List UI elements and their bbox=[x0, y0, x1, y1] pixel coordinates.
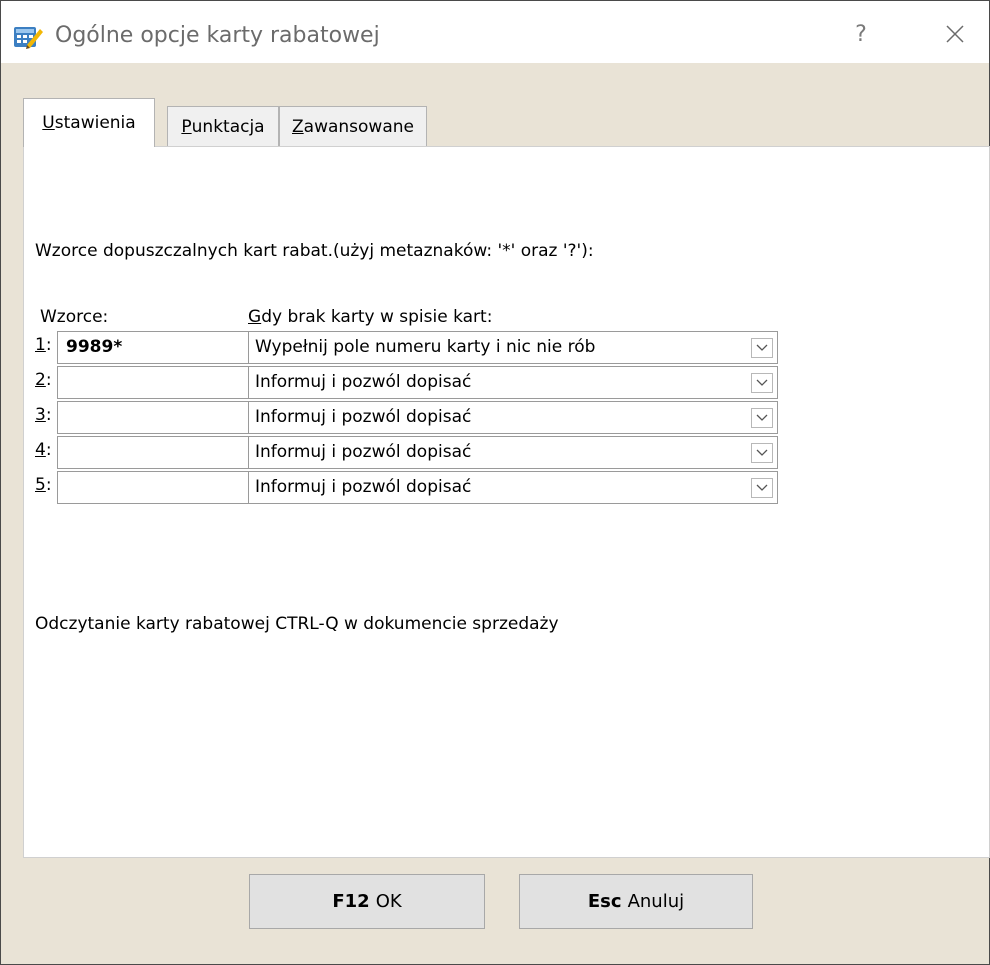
row-number: 4: bbox=[35, 440, 52, 460]
pattern-field-3[interactable] bbox=[57, 401, 258, 434]
tab-ustawienia-label: stawienia bbox=[54, 113, 136, 133]
dialog-window: Ogólne opcje karty rabatowej ? Ustawieni… bbox=[0, 0, 990, 965]
row-number: 1: bbox=[35, 335, 52, 355]
dropdown-button[interactable] bbox=[751, 338, 773, 358]
ok-label: OK bbox=[375, 891, 402, 912]
close-icon bbox=[946, 25, 964, 43]
pattern-field-5[interactable] bbox=[57, 471, 258, 504]
chevron-down-icon bbox=[756, 414, 768, 421]
cancel-button[interactable]: Esc Anuluj bbox=[519, 874, 753, 929]
ok-button[interactable]: F12 OK bbox=[249, 874, 485, 929]
title-bar: Ogólne opcje karty rabatowej ? bbox=[1, 1, 989, 63]
row-number: 3: bbox=[35, 405, 52, 425]
help-button[interactable]: ? bbox=[837, 17, 885, 51]
tab-ustawienia-accesskey: U bbox=[42, 113, 55, 133]
action-select-5[interactable]: Informuj i pozwól dopisać bbox=[248, 471, 778, 504]
pattern-field-2[interactable] bbox=[57, 366, 258, 399]
tab-zawansowane-accesskey: Z bbox=[292, 116, 304, 137]
pattern-field-1[interactable]: 9989* bbox=[57, 331, 258, 364]
action-select-value: Informuj i pozwól dopisać bbox=[255, 442, 472, 462]
action-select-1[interactable]: Wypełnij pole numeru karty i nic nie rób bbox=[248, 331, 778, 364]
action-select-value: Wypełnij pole numeru karty i nic nie rób bbox=[255, 337, 596, 357]
chevron-down-icon bbox=[756, 379, 768, 386]
dropdown-button[interactable] bbox=[751, 443, 773, 463]
patterns-heading: Wzorce dopuszczalnych kart rabat.(użyj m… bbox=[35, 241, 594, 261]
button-bar: F12 OK Esc Anuluj bbox=[1, 858, 989, 964]
patterns-column-label: Wzorce: bbox=[40, 307, 109, 327]
dropdown-button[interactable] bbox=[751, 408, 773, 428]
app-icon bbox=[14, 27, 43, 49]
action-select-3[interactable]: Informuj i pozwól dopisać bbox=[248, 401, 778, 434]
action-select-value: Informuj i pozwól dopisać bbox=[255, 372, 472, 392]
cancel-label: Anuluj bbox=[627, 891, 685, 912]
action-select-value: Informuj i pozwól dopisać bbox=[255, 477, 472, 497]
action-select-4[interactable]: Informuj i pozwól dopisać bbox=[248, 436, 778, 469]
window-title: Ogólne opcje karty rabatowej bbox=[55, 23, 380, 48]
tab-punktacja-accesskey: P bbox=[181, 116, 192, 137]
action-select-2[interactable]: Informuj i pozwól dopisać bbox=[248, 366, 778, 399]
close-button[interactable] bbox=[931, 17, 979, 51]
ctrl-q-info-text: Odczytanie karty rabatowej CTRL-Q w doku… bbox=[35, 614, 559, 634]
chevron-down-icon bbox=[756, 449, 768, 456]
chevron-down-icon bbox=[756, 344, 768, 351]
dropdown-button[interactable] bbox=[751, 478, 773, 498]
row-number: 2: bbox=[35, 370, 52, 390]
pattern-field-4[interactable] bbox=[57, 436, 258, 469]
action-column-label: Gdy brak karty w spisie kart: bbox=[248, 307, 492, 327]
tab-zawansowane-label: awansowane bbox=[303, 116, 414, 137]
cancel-shortcut: Esc bbox=[587, 891, 622, 912]
chevron-down-icon bbox=[756, 484, 768, 491]
ok-shortcut: F12 bbox=[332, 891, 370, 912]
action-column-text: dy brak karty w spisie kart: bbox=[261, 307, 493, 327]
tab-ustawienia[interactable]: Ustawienia bbox=[23, 98, 155, 147]
tab-punktacja[interactable]: Punktacja bbox=[167, 106, 279, 146]
settings-panel: Wzorce dopuszczalnych kart rabat.(użyj m… bbox=[23, 146, 990, 858]
dropdown-button[interactable] bbox=[751, 373, 773, 393]
action-column-accesskey: G bbox=[248, 307, 262, 327]
tab-zawansowane[interactable]: Zawansowane bbox=[279, 106, 427, 146]
action-select-value: Informuj i pozwól dopisać bbox=[255, 407, 472, 427]
row-number: 5: bbox=[35, 475, 52, 495]
tab-punktacja-label: unktacja bbox=[191, 116, 265, 137]
